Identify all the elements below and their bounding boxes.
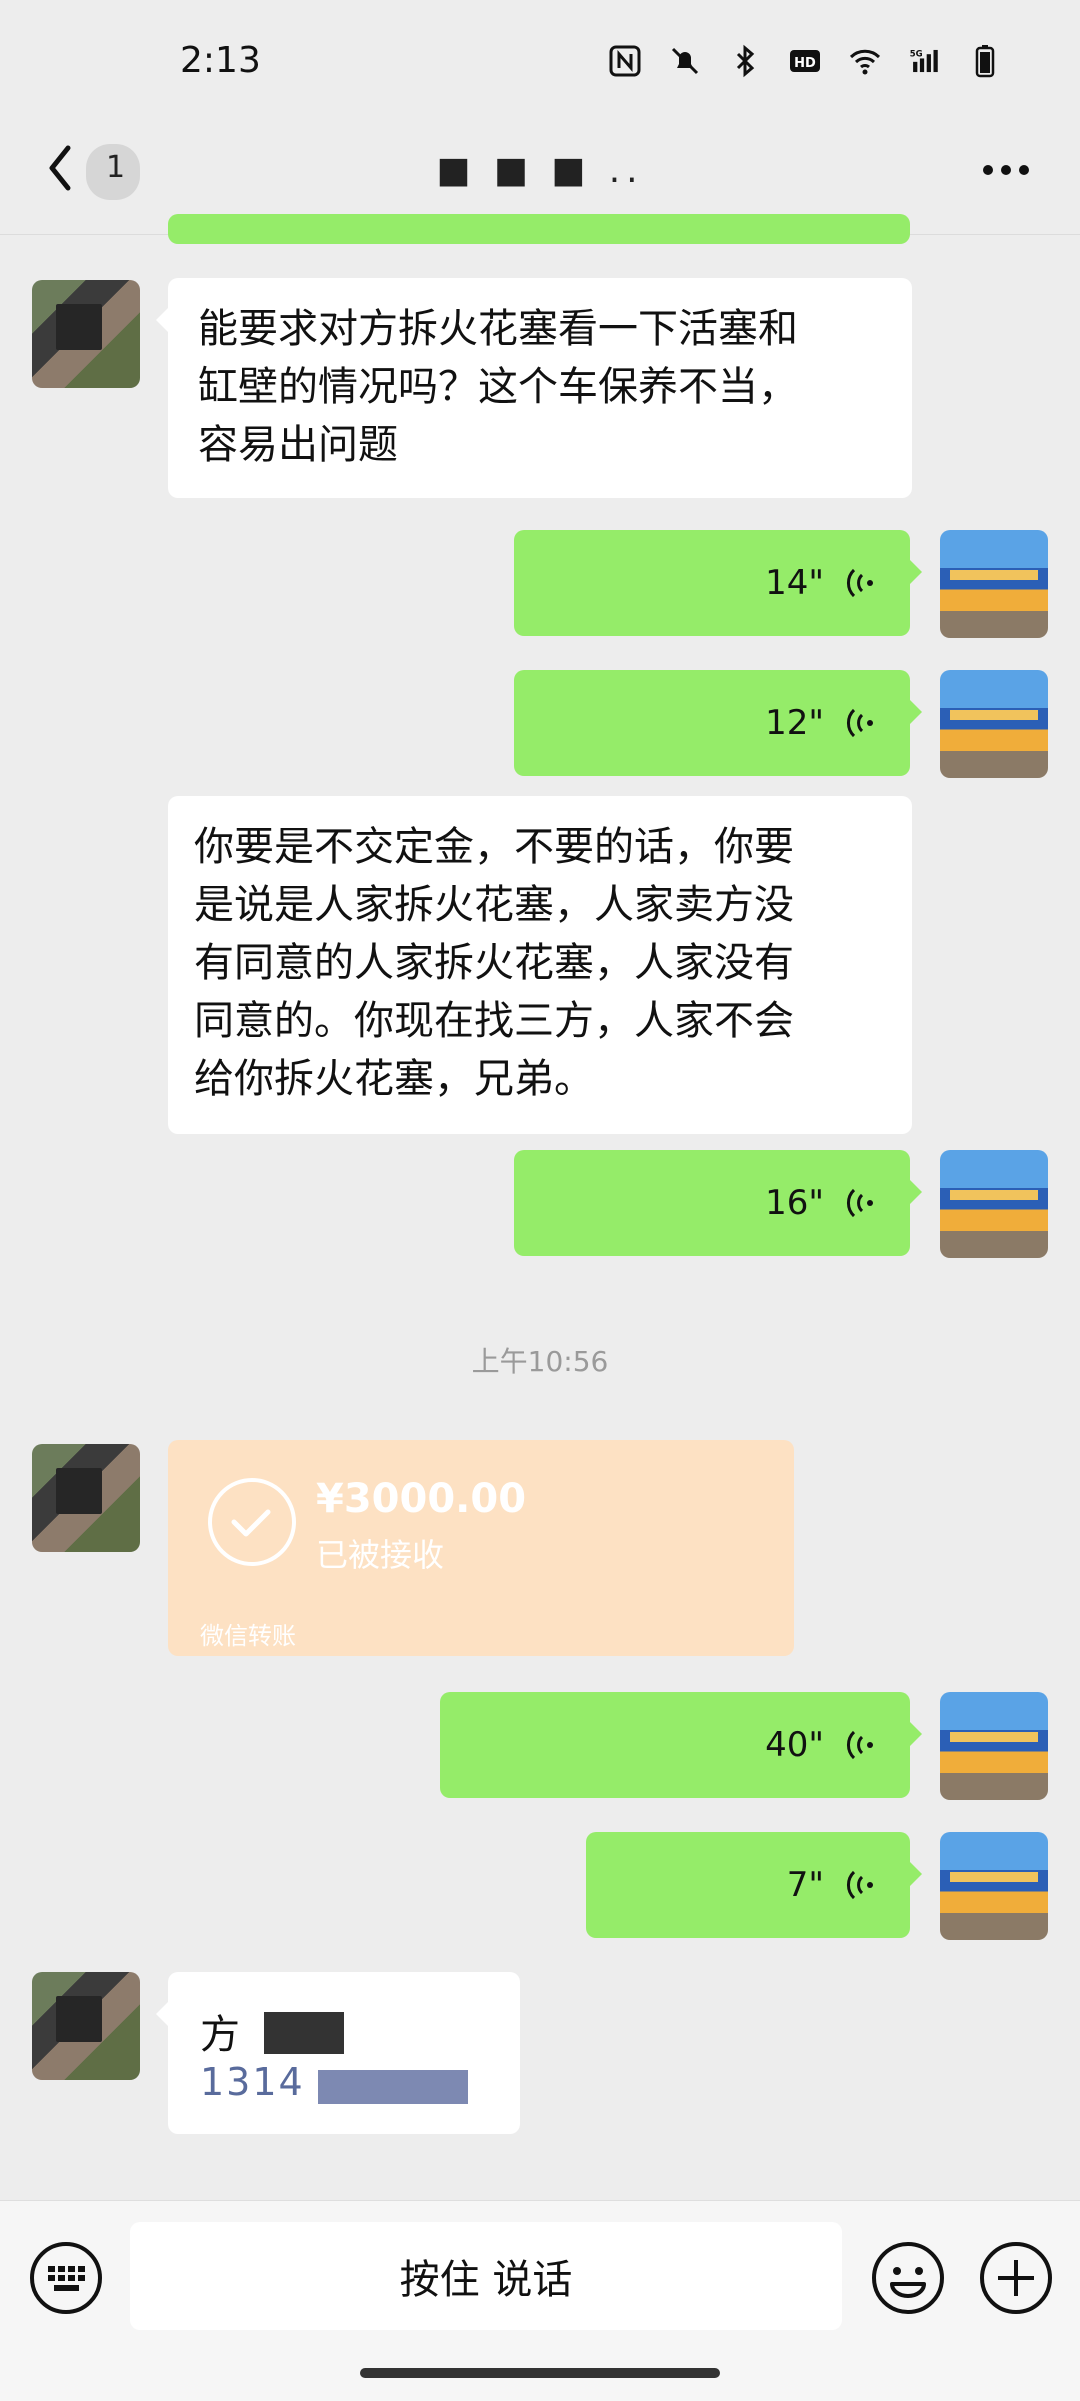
transfer-status: 已被接收 — [316, 1536, 445, 1574]
message-line: 给你拆火花塞，兄弟。 — [194, 1056, 594, 1102]
mute-bell-icon — [668, 44, 702, 78]
my-avatar[interactable] — [940, 1832, 1048, 1940]
voice-duration: 14" — [765, 563, 824, 603]
check-circle-icon — [208, 1478, 296, 1566]
contact-avatar[interactable] — [32, 280, 140, 388]
message-line: 缸壁的情况吗？这个车保养不当， — [198, 364, 798, 410]
transfer-source: 微信转账 — [200, 1622, 296, 1650]
chat-timestamp: 上午10:56 — [471, 1345, 609, 1378]
voice-wave-icon — [847, 708, 873, 738]
voice-wave-icon — [847, 1870, 873, 1900]
svg-text:HD: HD — [794, 56, 816, 71]
message-line: 同意的。你现在找三方，人家不会 — [194, 998, 794, 1044]
status-time: 2:13 — [180, 40, 261, 81]
status-icons: HD 5G — [608, 44, 1002, 78]
my-avatar[interactable] — [940, 530, 1048, 638]
message-line: 有同意的人家拆火花塞，人家没有 — [194, 940, 794, 986]
message-line: 你要是不交定金，不要的话，你要 — [194, 824, 794, 870]
message-line: 容易出问题 — [198, 422, 398, 468]
voice-message-bubble[interactable]: 14" — [514, 530, 922, 636]
voice-duration: 16" — [765, 1183, 824, 1223]
my-avatar[interactable] — [940, 1150, 1048, 1258]
previous-message-bubble[interactable] — [168, 214, 910, 244]
bluetooth-icon — [728, 44, 762, 78]
message-line: 能要求对方拆火花塞看一下活塞和 — [198, 306, 798, 352]
nfc-icon — [608, 44, 642, 78]
voice-duration: 40" — [765, 1725, 824, 1765]
5g-signal-icon: 5G — [908, 44, 942, 78]
transfer-card[interactable]: ¥3000.00 已被接收 微信转账 — [168, 1440, 794, 1656]
contact-card-phone: 1314 — [200, 2060, 305, 2104]
voice-message-bubble[interactable]: 40" — [440, 1692, 922, 1798]
voice-message-bubble[interactable]: 7" — [586, 1832, 922, 1938]
message-line: 是说是人家拆火花塞，人家卖方没 — [194, 882, 794, 928]
plus-icon — [980, 2242, 1052, 2314]
incoming-text-bubble[interactable]: 你要是不交定金，不要的话，你要 是说是人家拆火花塞，人家卖方没 有同意的人家拆火… — [168, 796, 912, 1134]
message-text: 你要是不交定金，不要的话，你要 是说是人家拆火花塞，人家卖方没 有同意的人家拆火… — [168, 796, 912, 1130]
redaction-block — [318, 2070, 468, 2104]
voice-wave-icon — [847, 1730, 873, 1760]
contact-card-name: 方 — [200, 2012, 240, 2058]
my-avatar[interactable] — [940, 1692, 1048, 1800]
emoji-icon — [872, 2242, 944, 2314]
transfer-amount: ¥3000.00 — [316, 1476, 527, 1522]
keyboard-icon — [30, 2242, 102, 2314]
voice-message-bubble[interactable]: 12" — [514, 670, 922, 776]
wifi-icon — [848, 44, 882, 78]
battery-icon — [968, 44, 1002, 78]
voice-message-bubble[interactable]: 16" — [514, 1150, 922, 1256]
keyboard-toggle-button[interactable] — [28, 2240, 104, 2316]
voice-duration: 7" — [786, 1865, 824, 1905]
home-indicator[interactable] — [360, 2368, 720, 2378]
contact-card-bubble[interactable]: 方 1314 — [156, 1972, 520, 2134]
contact-avatar[interactable] — [32, 1972, 140, 2080]
my-avatar[interactable] — [940, 670, 1048, 778]
voice-duration: 12" — [765, 703, 824, 743]
emoji-button[interactable] — [870, 2240, 946, 2316]
chat-title: ■ ■ ■ .. — [436, 150, 644, 191]
contact-avatar[interactable] — [32, 1444, 140, 1552]
voice-wave-icon — [847, 568, 873, 598]
svg-text:5G: 5G — [910, 50, 923, 60]
more-options-icon[interactable] — [976, 140, 1036, 200]
more-functions-button[interactable] — [978, 2240, 1054, 2316]
incoming-text-bubble[interactable]: 能要求对方拆火花塞看一下活塞和 缸壁的情况吗？这个车保养不当， 容易出问题 — [156, 278, 912, 498]
hd-icon: HD — [788, 44, 822, 78]
message-text: 能要求对方拆火花塞看一下活塞和 缸壁的情况吗？这个车保养不当， 容易出问题 — [168, 278, 912, 496]
redaction-block — [264, 2012, 344, 2054]
hold-to-talk-button[interactable]: 按住 说话 — [130, 2222, 842, 2330]
voice-wave-icon — [847, 1188, 873, 1218]
